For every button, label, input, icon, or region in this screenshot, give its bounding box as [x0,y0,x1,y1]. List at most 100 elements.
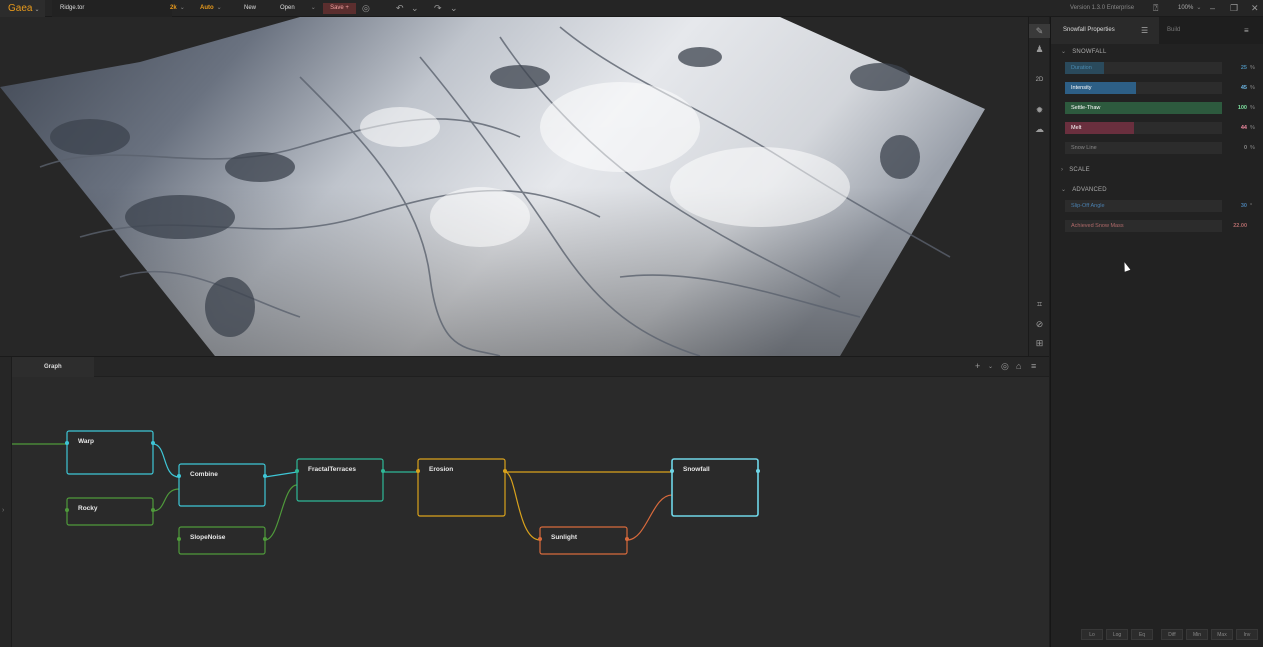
app-menu-button[interactable]: Gaea ⌄ [0,0,45,17]
resolution-select[interactable]: 2k ⌄ [170,0,185,17]
list-icon[interactable]: ☰ [1141,17,1148,44]
graph-panel: › Graph + ⌄ ◎ ⌂ ≡ Warp Rocky Combine SlopeN… [0,356,1049,647]
panel-footer: Lo Log Eq Diff Min Max Inv [1081,629,1259,641]
undo-icon[interactable]: ↶ [396,0,404,17]
input-port[interactable] [177,537,181,541]
tab-properties[interactable]: Snowfall Properties ☰ [1051,17,1159,44]
tab-properties-label: Snowfall Properties [1063,27,1115,33]
graph-node-slopenoise[interactable]: SlopeNoise [177,526,267,555]
section-snowfall[interactable]: ⌄ SNOWFALL [1061,48,1107,55]
slider-unit: % [1250,125,1255,131]
chevron-down-icon: ⌄ [1196,5,1202,11]
minimize-icon[interactable]: – [1210,0,1215,17]
node-label: Combine [190,471,218,478]
node-label: Snowfall [683,466,710,473]
help-icon[interactable]: ⍰ [1153,0,1158,17]
slider-value[interactable]: 100 [1227,102,1247,114]
terrain-render[interactable] [0,17,1028,356]
tab-build[interactable]: Build [1167,17,1180,44]
graph-side-strip[interactable]: › [0,357,12,647]
graph-node-sunlight[interactable]: Sunlight [538,526,629,555]
input-port[interactable] [416,469,420,473]
footer-button-inv[interactable]: Inv [1236,629,1258,640]
output-port[interactable] [263,474,267,478]
graph-node-erosion[interactable]: Erosion [416,458,507,517]
slider-slip-off-angle[interactable]: Slip-Off Angle [1065,200,1222,212]
input-port[interactable] [65,441,69,445]
input-port[interactable] [538,537,542,541]
slider-snow-line[interactable]: Snow Line [1065,142,1222,154]
restore-icon[interactable]: ❐ [1230,0,1238,17]
stamp-icon[interactable]: ♟ [1029,44,1050,55]
slider-melt[interactable]: Melt [1065,122,1222,134]
chevron-down-icon[interactable]: ⌄ [988,363,993,370]
slider-intensity[interactable]: Intensity [1065,82,1222,94]
build-mode-value: Auto [200,5,214,11]
footer-button-eq[interactable]: Eq [1131,629,1153,640]
graph-node-rocky[interactable]: Rocky [65,497,155,526]
slider-achieved-snow-mass[interactable]: Achieved Snow Mass [1065,220,1222,232]
output-port[interactable] [151,508,155,512]
graph-node-combine[interactable]: Combine [177,463,267,507]
footer-button-log[interactable]: Log [1106,629,1128,640]
cloud-icon[interactable]: ☁ [1029,124,1050,135]
sun-icon[interactable]: ✹ [1029,105,1050,116]
chevron-down-icon[interactable]: ⌄ [411,0,419,17]
input-port[interactable] [295,469,299,473]
slider-settle-thaw[interactable]: Settle-Thaw [1065,102,1222,114]
graph-node-fractalterraces[interactable]: FractalTerraces [295,458,385,502]
footer-button-lo[interactable]: Lo [1081,629,1103,640]
section-scale[interactable]: › SCALE [1061,167,1090,173]
slider-value[interactable]: 44 [1227,122,1247,134]
slider-value[interactable]: 0 [1227,142,1247,154]
footer-button-max[interactable]: Max [1211,629,1233,640]
zoom-select[interactable]: 100% ⌄ [1178,0,1201,17]
graph-node-snowfall[interactable]: Snowfall [670,458,760,517]
file-tab[interactable]: Ridge.tor [52,0,172,17]
build-mode-select[interactable]: Auto ⌄ [200,0,222,17]
footer-button-diff[interactable]: Diff [1161,629,1183,640]
slider-value[interactable]: 25 [1227,62,1247,74]
slider-value[interactable]: 30 [1227,200,1247,212]
input-port[interactable] [65,508,69,512]
close-icon[interactable]: ✕ [1251,0,1259,17]
section-advanced[interactable]: ⌄ ADVANCED [1061,186,1107,193]
input-port[interactable] [177,474,181,478]
redo-icon[interactable]: ↷ [434,0,442,17]
chevron-down-icon[interactable]: ⌄ [450,0,458,17]
output-port[interactable] [381,469,385,473]
open-button[interactable]: Open ⌄ [270,0,316,17]
add-node-icon[interactable]: + [975,361,980,371]
new-button[interactable]: New [230,0,270,17]
settings-dot-icon[interactable]: ◎ [362,0,370,17]
compass-icon[interactable]: ⊘ [1029,319,1050,330]
chevron-down-icon: ⌄ [216,5,222,11]
footer-button-min[interactable]: Min [1186,629,1208,640]
graph-canvas[interactable]: Warp Rocky Combine SlopeNoise FractalTerrace… [12,377,1049,647]
output-port[interactable] [151,441,155,445]
3d-viewport[interactable] [0,17,1028,356]
output-port[interactable] [503,469,507,473]
output-port[interactable] [263,537,267,541]
graph-node-warp[interactable]: Warp [65,430,155,475]
slider-duration[interactable]: Duration [1065,62,1222,74]
tab-graph[interactable]: Graph [12,357,94,377]
chevron-right-icon[interactable]: › [2,507,4,514]
2d-view-button[interactable]: 2D [1029,77,1050,83]
menu-icon[interactable]: ≡ [1031,361,1036,371]
chevron-down-icon: ⌄ [1061,49,1067,55]
output-port[interactable] [756,469,760,473]
home-icon[interactable]: ⌂ [1016,361,1021,371]
target-icon[interactable]: ◎ [1001,361,1009,372]
save-button[interactable]: Save + [323,3,356,14]
graph-header: Graph + ⌄ ◎ ⌂ ≡ [12,357,1049,377]
output-port[interactable] [625,537,629,541]
paint-icon[interactable]: ✎ [1029,24,1050,38]
node-label: Warp [78,438,94,445]
grid-icon[interactable]: ⊞ [1029,338,1050,349]
menu-icon[interactable]: ≡ [1244,17,1249,44]
slider-value[interactable]: 45 [1227,82,1247,94]
input-port[interactable] [670,469,674,473]
slider-value[interactable]: 22.00 [1227,220,1247,232]
crop-icon[interactable]: ⌗ [1029,299,1050,310]
